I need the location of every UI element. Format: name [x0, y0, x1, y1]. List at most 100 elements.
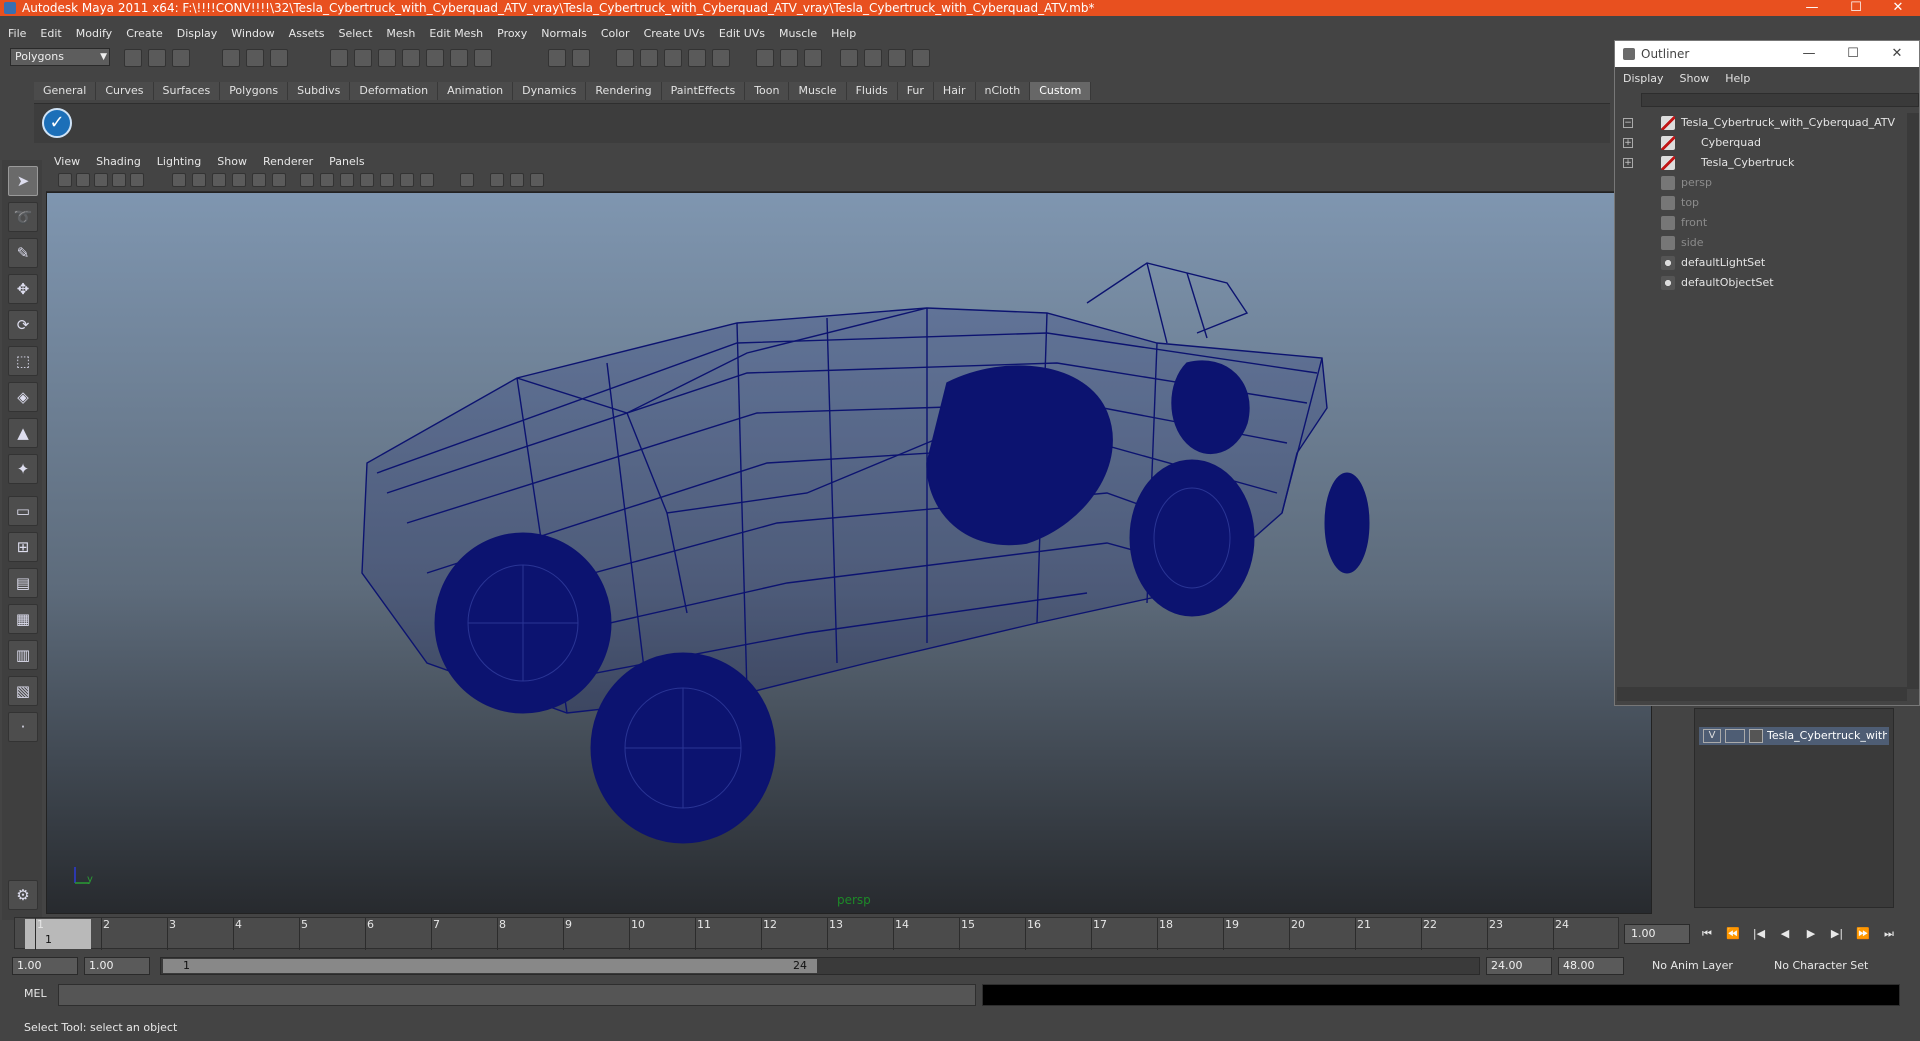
wireframe-icon[interactable] — [172, 173, 186, 187]
snap-point-icon[interactable] — [378, 49, 396, 67]
outliner-item[interactable]: side — [1617, 233, 1905, 253]
menu-file[interactable]: File — [8, 27, 26, 40]
tab-animation[interactable]: Animation — [438, 82, 514, 100]
animation-end-field[interactable]: 48.00 — [1558, 957, 1624, 975]
tab-deformation[interactable]: Deformation — [350, 82, 439, 100]
tab-dynamics[interactable]: Dynamics — [513, 82, 587, 100]
viewport-menu-panels[interactable]: Panels — [329, 155, 364, 168]
tab-toon[interactable]: Toon — [745, 82, 790, 100]
tab-subdivs[interactable]: Subdivs — [288, 82, 351, 100]
close-button[interactable]: ✕ — [1880, 0, 1916, 16]
outliner-close-button[interactable]: ✕ — [1875, 41, 1919, 67]
tab-general[interactable]: General — [34, 82, 97, 100]
open-scene-icon[interactable] — [148, 49, 166, 67]
paint-select-tool-icon[interactable]: ✎ — [8, 238, 38, 268]
light-sphere-icon[interactable] — [380, 173, 394, 187]
hypershade-layout-icon[interactable]: ▥ — [8, 640, 38, 670]
select-hierarchy-icon[interactable] — [222, 49, 240, 67]
image-plane-icon[interactable] — [94, 173, 108, 187]
outliner-item[interactable]: defaultObjectSet — [1617, 273, 1905, 293]
playback-start-field[interactable]: 1.00 — [84, 957, 150, 975]
menu-mesh[interactable]: Mesh — [386, 27, 415, 40]
history-icon[interactable] — [450, 49, 468, 67]
outliner-menu-help[interactable]: Help — [1725, 72, 1750, 85]
soft-mod-tool-icon[interactable]: ▲ — [8, 418, 38, 448]
save-scene-icon[interactable] — [172, 49, 190, 67]
outliner-icon[interactable] — [840, 49, 858, 67]
camera-bookmark-icon[interactable] — [76, 173, 90, 187]
go-to-start-button[interactable]: ⏮ — [1696, 924, 1718, 944]
maximize-button[interactable]: ☐ — [1838, 0, 1874, 16]
hud-icon[interactable] — [490, 173, 504, 187]
outliner-item[interactable]: persp — [1617, 173, 1905, 193]
anim-layer-dropdown[interactable]: No Anim Layer — [1648, 957, 1758, 975]
render-frame-icon[interactable] — [572, 49, 590, 67]
outliner-item[interactable]: + Cyberquad — [1617, 133, 1905, 153]
persp-outliner-layout-icon[interactable]: ▤ — [8, 568, 38, 598]
menu-create-uvs[interactable]: Create UVs — [644, 27, 705, 40]
single-perspective-layout-icon[interactable]: ▭ — [8, 496, 38, 526]
menu-modify[interactable]: Modify — [76, 27, 112, 40]
tab-muscle[interactable]: Muscle — [789, 82, 847, 100]
help-icon[interactable] — [474, 49, 492, 67]
menu-muscle[interactable]: Muscle — [779, 27, 817, 40]
checker-icon[interactable] — [360, 173, 374, 187]
outliner-horizontal-scrollbar[interactable] — [1617, 687, 1907, 701]
layer-type-toggle[interactable] — [1725, 729, 1745, 743]
tab-surfaces[interactable]: Surfaces — [153, 82, 221, 100]
film-gate-icon[interactable] — [130, 173, 144, 187]
time-slider[interactable]: 1 1 2 3 4 5 6 7 8 9 10 11 12 13 14 15 16… — [14, 917, 1619, 950]
go-to-end-button[interactable]: ⏭ — [1878, 924, 1900, 944]
select-camera-icon[interactable] — [460, 173, 474, 187]
expand-icon[interactable]: + — [1623, 138, 1633, 148]
snap-surface-icon[interactable] — [426, 49, 444, 67]
xray-icon[interactable] — [232, 173, 246, 187]
outliner-item[interactable]: front — [1617, 213, 1905, 233]
menu-set-selector[interactable]: Polygons ▼ — [10, 48, 110, 66]
tab-fluids[interactable]: Fluids — [846, 82, 898, 100]
play-backward-button[interactable]: ◀ — [1774, 924, 1796, 944]
outliner-minimize-button[interactable]: — — [1787, 41, 1831, 67]
menu-edit-mesh[interactable]: Edit Mesh — [429, 27, 483, 40]
use-all-lights-icon[interactable] — [272, 173, 286, 187]
character-set-dropdown[interactable]: No Character Set — [1770, 957, 1882, 975]
network-icon[interactable] — [530, 173, 544, 187]
attribute-editor-icon[interactable] — [756, 49, 774, 67]
custom-layout-icon[interactable]: · — [8, 712, 38, 742]
tab-painteffects[interactable]: PaintEffects — [661, 82, 746, 100]
smooth-shade-icon[interactable] — [192, 173, 206, 187]
menu-edit-uvs[interactable]: Edit UVs — [719, 27, 765, 40]
last-tool-icon[interactable]: ✦ — [8, 454, 38, 484]
current-frame-field[interactable]: 1.00 — [1624, 924, 1690, 944]
menu-help[interactable]: Help — [831, 27, 856, 40]
four-view-layout-icon[interactable]: ⊞ — [8, 532, 38, 562]
tab-ncloth[interactable]: nCloth — [975, 82, 1031, 100]
play-forward-button[interactable]: ▶ — [1800, 924, 1822, 944]
outliner-item[interactable]: defaultLightSet — [1617, 253, 1905, 273]
outliner-menu-display[interactable]: Display — [1623, 72, 1664, 85]
frame-all-icon[interactable] — [510, 173, 524, 187]
shadow-sphere-icon[interactable] — [400, 173, 414, 187]
tab-rendering[interactable]: Rendering — [586, 82, 662, 100]
tab-fur[interactable]: Fur — [897, 82, 934, 100]
viewport-menu-lighting[interactable]: Lighting — [157, 155, 201, 168]
gold-sphere-icon[interactable] — [420, 173, 434, 187]
camera-attributes-icon[interactable] — [58, 173, 72, 187]
menu-select[interactable]: Select — [338, 27, 372, 40]
outliner-maximize-button[interactable]: ☐ — [1831, 41, 1875, 67]
scale-tool-icon[interactable]: ⬚ — [8, 346, 38, 376]
textured-icon[interactable] — [252, 173, 266, 187]
snap-plane-icon[interactable] — [402, 49, 420, 67]
outliner-item[interactable]: top — [1617, 193, 1905, 213]
render-view-icon[interactable] — [616, 49, 634, 67]
viewport-persp[interactable]: y persp — [46, 192, 1652, 914]
step-forward-key-button[interactable]: ⏩ — [1852, 924, 1874, 944]
rotate-tool-icon[interactable]: ⟳ — [8, 310, 38, 340]
outliner-vertical-scrollbar[interactable] — [1907, 113, 1919, 689]
cube-textured-icon[interactable] — [340, 173, 354, 187]
step-back-key-button[interactable]: ⏪ — [1722, 924, 1744, 944]
snap-curve-icon[interactable] — [354, 49, 372, 67]
tab-polygons[interactable]: Polygons — [220, 82, 289, 100]
layer-color-swatch[interactable] — [1749, 729, 1763, 743]
outliner-menu-show[interactable]: Show — [1680, 72, 1710, 85]
